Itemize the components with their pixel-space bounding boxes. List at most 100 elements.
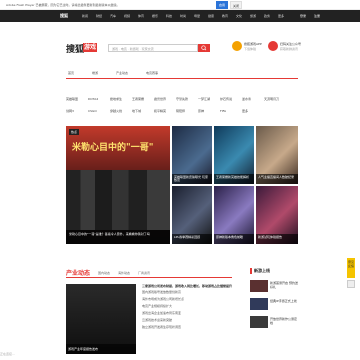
nav-item[interactable]: 科技 <box>166 14 172 18</box>
subnav-item[interactable]: 炉石传说 <box>220 97 232 101</box>
news-tile[interactable]: LPL春季赛精彩回顾 <box>172 186 212 244</box>
subnav-item[interactable]: DOTA2 <box>88 97 98 101</box>
subnav-item[interactable]: 阴阳师 <box>176 109 185 113</box>
wechat-promo[interactable]: 扫码关注公众号 获取新鲜资讯 <box>268 40 302 54</box>
subnav-item[interactable]: 英雄联盟 <box>66 97 78 101</box>
flash-notice-bar: Adobe Flash Player 已被屏蔽，因为它已过时。请将此插件更新到最… <box>0 0 360 10</box>
news-tile[interactable]: 英雄联盟新皮肤曝光 玩家热议 <box>172 126 212 184</box>
nav-item[interactable]: 娱乐 <box>152 14 158 18</box>
promo-sub: 下载体验 <box>244 47 257 51</box>
new-games-sidebar: 新游上线 新游首测开启 预约送好礼 经典IP手游正式上线 开放世界新作公测定档 <box>250 268 298 328</box>
news-line[interactable]: 海外市场成为游戏公司新增长点 <box>142 296 238 303</box>
app-icon <box>232 41 242 51</box>
sidebar-item-text: 新游首测开启 预约送好礼 <box>270 281 298 289</box>
nav-item[interactable]: 汽车 <box>110 14 116 18</box>
nav-item[interactable]: 财经 <box>96 14 102 18</box>
qr-icon <box>268 41 278 51</box>
news-tile[interactable]: 王者荣耀新英雄技能解析 <box>214 126 254 184</box>
sidebar-thumb <box>250 316 268 328</box>
sidebar-item[interactable]: 新游首测开启 预约送好礼 <box>250 280 298 294</box>
subnav-item[interactable]: CSGO <box>88 109 97 113</box>
subnav-item[interactable]: FIFA <box>220 109 226 113</box>
brand-tag: 游戏 <box>83 43 98 52</box>
app-promo[interactable]: 搜狐游戏APP 下载体验 <box>232 40 262 54</box>
tab-esports[interactable]: 电竞赛事 <box>146 71 158 75</box>
subnav-item[interactable]: 地下城 <box>132 109 141 113</box>
subnav-item[interactable]: 绝地求生 <box>110 97 122 101</box>
nav-item[interactable]: 旅游 <box>250 14 256 18</box>
news-tile[interactable]: 新游试玩体验报告 <box>256 186 298 244</box>
sidebar-item[interactable]: 开放世界新作公测定档 <box>250 316 298 330</box>
nav-item[interactable]: 母婴 <box>194 14 200 18</box>
enable-button[interactable]: 启用 <box>216 1 228 9</box>
tile-caption: 原神新版本角色前瞻 <box>214 234 254 244</box>
tile-caption: 英雄联盟新皮肤曝光 玩家热议 <box>172 174 212 184</box>
news-line[interactable]: 独立游戏开发者生存现状调查 <box>142 324 238 331</box>
subnav-item[interactable]: 王者荣耀 <box>132 97 144 101</box>
tile-caption: 人气主播直播间人数破纪录 <box>256 174 298 184</box>
sidebar-title: 新游上线 <box>250 268 298 274</box>
news-tile[interactable]: 原神新版本角色前瞻 <box>214 186 254 244</box>
site-logo[interactable]: 搜狐 <box>60 13 68 19</box>
industry-news-list: 三家游戏公司发布财报，游戏收入同比增长，移动游戏占比继续提升 国内游戏版号发放数… <box>142 284 238 331</box>
sidebar-item[interactable]: 经典IP手游正式上线 <box>250 298 298 312</box>
register-link[interactable]: 注册 <box>314 14 320 18</box>
nav-item[interactable]: 政务 <box>264 14 270 18</box>
promo-label: 扫码关注公众号 <box>280 42 302 46</box>
search-placeholder: 游戏 · 电竞 · 新游戏 · 玩家交流 <box>112 47 154 51</box>
search-button[interactable] <box>198 44 210 52</box>
tile-caption: LPL春季赛精彩回顾 <box>172 234 212 244</box>
subtab[interactable]: 国内动态 <box>98 271 110 275</box>
subnav-item[interactable]: 更多 <box>242 109 248 113</box>
nav-item[interactable]: 时尚 <box>180 14 186 18</box>
search-icon <box>201 45 207 51</box>
news-line[interactable]: 国内游戏版号发放数量创新高 <box>142 289 238 296</box>
subnav-item[interactable]: 剑网3 <box>66 109 74 113</box>
hero-caption: 米勒心目中的"一哥"是谁？答案令人意外，来看看你猜对了吗 <box>66 230 170 244</box>
tile-caption: 王者荣耀新英雄技能解析 <box>214 174 254 184</box>
nav-item[interactable]: 更多 <box>278 14 284 18</box>
feedback-float-tab[interactable]: 意见反馈 <box>347 258 355 278</box>
subnav-item[interactable]: 逆水寒 <box>242 97 251 101</box>
nav-item[interactable]: 视频 <box>124 14 130 18</box>
brand-name: 搜狐 <box>66 45 85 55</box>
sidebar-item-text: 开放世界新作公测定档 <box>270 317 298 325</box>
hero-banner[interactable]: 热点 米勒心目中的"一哥" 米勒心目中的"一哥"是谁？答案令人意外，来看看你猜对… <box>66 126 170 244</box>
promo-label: 搜狐游戏APP <box>244 42 262 46</box>
search-input[interactable]: 游戏 · 电竞 · 新游戏 · 玩家交流 <box>108 44 198 52</box>
subnav-item[interactable]: 天涯明月刀 <box>264 97 279 101</box>
sidebar-item-text: 经典IP手游正式上线 <box>270 299 297 303</box>
news-line[interactable]: 电竞产业规模持续扩大 <box>142 303 238 310</box>
nav-item[interactable]: 体育 <box>138 14 144 18</box>
tile-caption: 新游试玩体验报告 <box>256 234 298 244</box>
subnav-item[interactable]: 穿越火线 <box>110 109 122 113</box>
subnav-item[interactable]: 魔兽世界 <box>154 97 166 101</box>
industry-feature-image[interactable]: 游戏产业年度报告发布 <box>66 284 136 354</box>
news-line[interactable]: 游戏出海企业加速布局东南亚 <box>142 310 238 317</box>
news-line[interactable]: 云游戏技术迎来新突破 <box>142 317 238 324</box>
sidebar-thumb <box>250 280 268 292</box>
tab-industry[interactable]: 产业动态 <box>116 71 128 75</box>
hero-badge: 热点 <box>69 129 80 135</box>
section-tabs: 首页 端游 产业动态 电竞赛事 <box>66 69 298 79</box>
flash-notice-text: Adobe Flash Player 已被屏蔽，因为它已过时。请将此插件更新到最… <box>6 3 120 7</box>
login-link[interactable]: 登录 <box>300 14 306 18</box>
nav-item[interactable]: 文化 <box>236 14 242 18</box>
subtab[interactable]: 厂商资讯 <box>138 271 150 275</box>
nav-item[interactable]: 健康 <box>208 14 214 18</box>
browser-status: 正在连接... <box>0 352 15 356</box>
subnav-item[interactable]: 和平精英 <box>154 109 166 113</box>
subtab[interactable]: 海外动态 <box>118 271 130 275</box>
subnav-item[interactable]: 守望先锋 <box>176 97 188 101</box>
game-subnav: 英雄联盟 DOTA2 绝地求生 王者荣耀 魔兽世界 守望先锋 一梦江湖 炉石传说… <box>66 95 298 119</box>
nav-item[interactable]: 新闻 <box>82 14 88 18</box>
news-tile[interactable]: 人气主播直播间人数破纪录 <box>256 126 298 184</box>
back-to-top-button[interactable] <box>347 280 355 288</box>
nav-item[interactable]: 教育 <box>222 14 228 18</box>
close-notice-button[interactable]: 关闭 <box>230 1 242 9</box>
tab-pc-games[interactable]: 端游 <box>92 71 98 75</box>
sidebar-thumb <box>250 298 268 310</box>
subnav-item[interactable]: 一梦江湖 <box>198 97 210 101</box>
tab-home[interactable]: 首页 <box>68 71 74 75</box>
subnav-item[interactable]: 原神 <box>198 109 204 113</box>
